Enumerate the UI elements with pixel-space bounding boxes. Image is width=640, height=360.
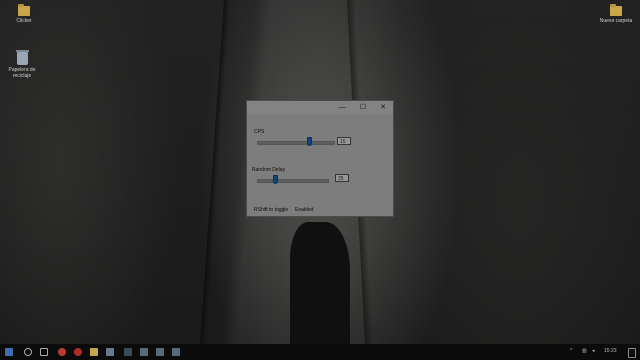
cps-label: CPS [254, 129, 265, 135]
desktop-icon-recycle-bin[interactable]: Papelera de reciclaje [2, 50, 42, 79]
desktop-icon-new-folder[interactable]: Nueva carpeta [596, 4, 636, 24]
app-icon[interactable] [140, 348, 148, 356]
random-delay-slider-thumb[interactable] [273, 175, 278, 184]
app-icon[interactable] [156, 348, 164, 356]
folder-icon [18, 4, 30, 16]
volume-icon[interactable]: ◂ [592, 348, 595, 354]
close-button[interactable]: ✕ [376, 103, 390, 112]
desktop-icon-clicker[interactable]: Clicker [4, 4, 44, 24]
app-icon[interactable] [172, 348, 180, 356]
store-icon[interactable] [106, 348, 114, 356]
network-icon[interactable]: ▥ [582, 348, 587, 354]
chrome-icon[interactable] [58, 348, 66, 356]
desktop-icon-label: Papelera de reciclaje [8, 67, 36, 79]
folder-icon [610, 4, 622, 16]
minimize-button[interactable]: — [335, 103, 349, 112]
status-text: Enabled [295, 207, 314, 213]
file-explorer-icon[interactable] [90, 348, 98, 356]
opera-icon[interactable] [74, 348, 82, 356]
rock-shadow [290, 222, 350, 344]
title-bar[interactable]: — ☐ ✕ [247, 101, 393, 114]
autoclicker-window: — ☐ ✕ CPS 15 Random Delay 25 RShift to t… [246, 100, 394, 217]
task-view-icon[interactable] [40, 348, 48, 356]
taskbar: ^ ▥ ◂ 15:23 [0, 344, 640, 360]
taskbar-clock[interactable]: 15:23 [604, 348, 617, 354]
cps-slider-track[interactable] [257, 141, 335, 145]
desktop-icon-label: Nueva carpeta [599, 18, 633, 24]
desktop-icon-label: Clicker [16, 18, 32, 24]
cps-value-field[interactable]: 15 [337, 137, 351, 145]
maximize-button[interactable]: ☐ [356, 103, 370, 112]
search-icon[interactable] [24, 348, 32, 356]
hotkey-hint: RShift to toggle [254, 207, 289, 213]
tray-chevron-icon[interactable]: ^ [570, 348, 572, 354]
notification-icon[interactable] [628, 348, 636, 358]
steam-icon[interactable] [124, 348, 132, 356]
random-delay-label: Random Delay [252, 167, 286, 173]
cps-slider-thumb[interactable] [307, 137, 312, 146]
rock-seam [199, 0, 231, 345]
start-icon[interactable] [5, 348, 13, 356]
recycle-bin-icon [15, 50, 29, 65]
random-delay-value-field[interactable]: 25 [335, 174, 349, 182]
random-delay-slider-track[interactable] [257, 179, 329, 183]
